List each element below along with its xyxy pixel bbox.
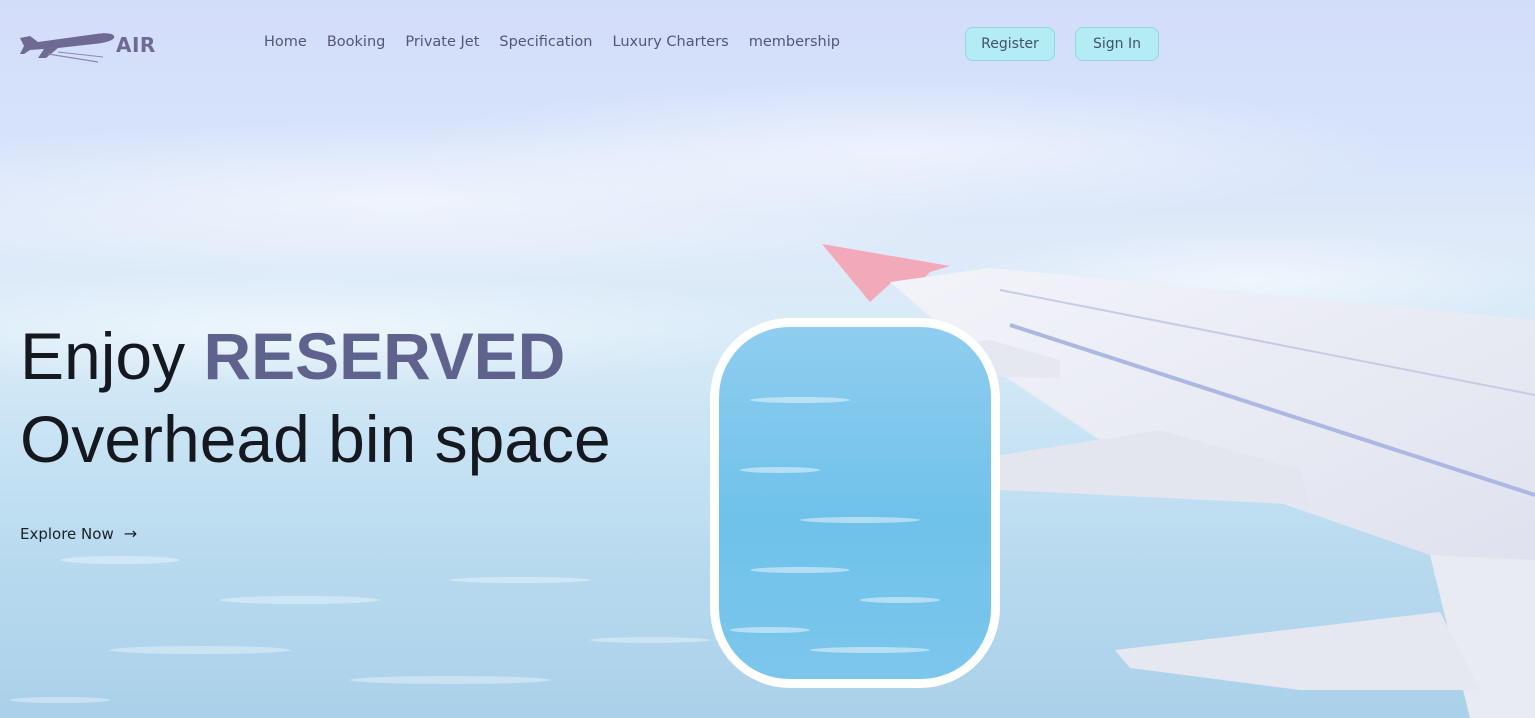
hero-heading-line-2: Overhead bin space xyxy=(20,402,611,476)
nav-private-jet[interactable]: Private Jet xyxy=(405,34,479,50)
nav-membership[interactable]: membership xyxy=(749,34,840,50)
airplane-icon xyxy=(20,33,115,63)
hero-prefix: Enjoy xyxy=(20,319,204,393)
explore-now-link[interactable]: Explore Now → xyxy=(20,524,137,543)
nav-booking[interactable]: Booking xyxy=(327,34,386,50)
hero-accent: RESERVED xyxy=(203,319,566,393)
nav-luxury-charters[interactable]: Luxury Charters xyxy=(613,34,729,50)
main-nav: Home Booking Private Jet Specification L… xyxy=(264,34,860,50)
explore-now-label: Explore Now xyxy=(20,524,114,543)
brand-name[interactable]: AIR xyxy=(116,33,156,57)
airplane-window-glass xyxy=(719,327,991,679)
arrow-right-icon: → xyxy=(123,524,138,543)
hero-heading-line-1: Enjoy RESERVED xyxy=(20,318,565,394)
nav-home[interactable]: Home xyxy=(264,34,307,50)
register-button[interactable]: Register xyxy=(965,27,1055,61)
sign-in-button[interactable]: Sign In xyxy=(1075,27,1159,61)
flap-3 xyxy=(1115,612,1480,690)
nav-specification[interactable]: Specification xyxy=(499,34,592,50)
